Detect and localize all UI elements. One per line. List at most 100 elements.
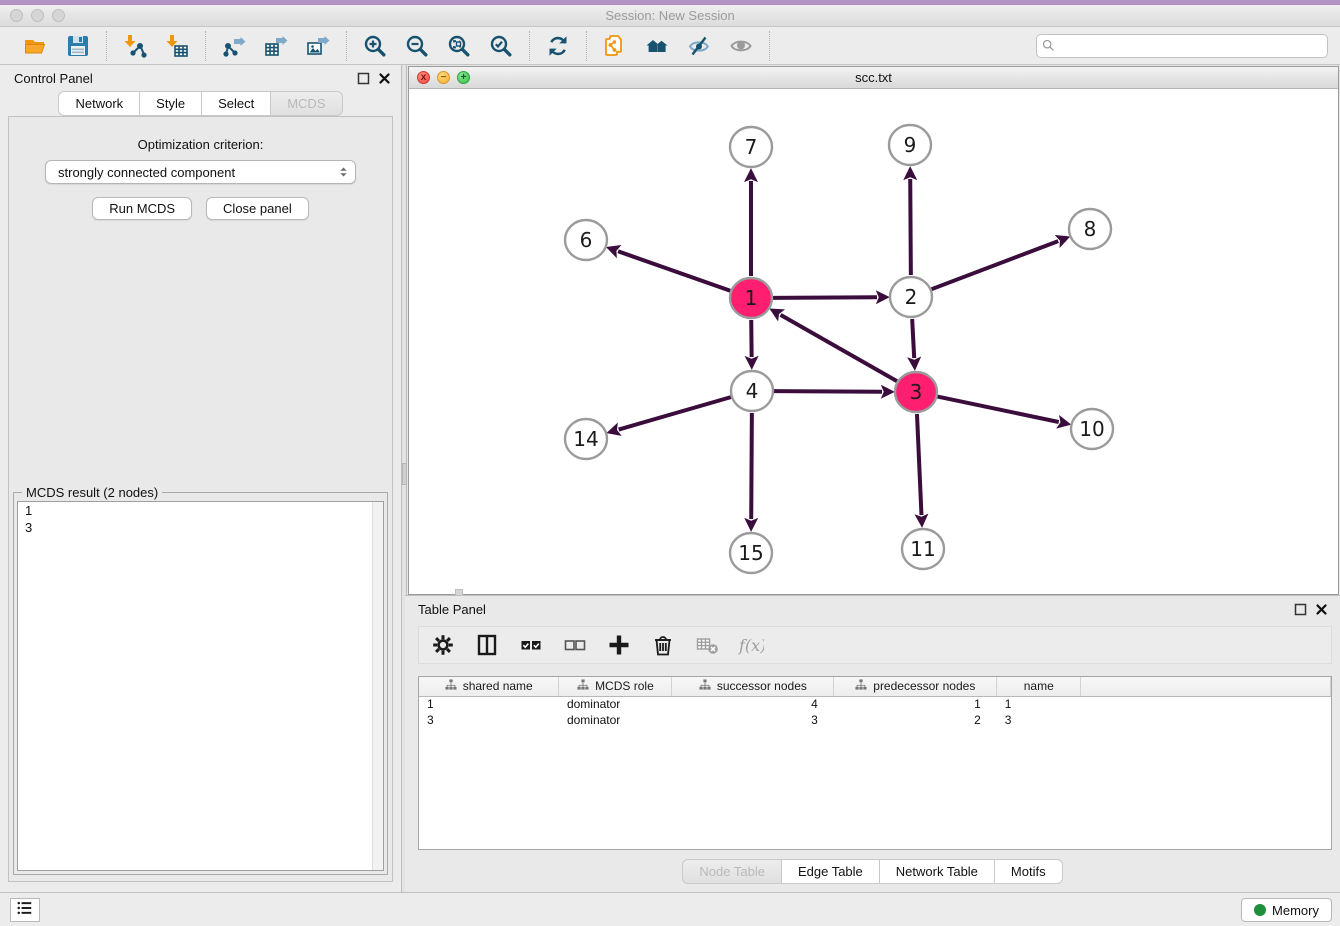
search-container	[1036, 34, 1328, 58]
hide-details-icon[interactable]	[685, 32, 713, 60]
mcds-result-item[interactable]: 1	[18, 502, 383, 519]
tab-mcds[interactable]: MCDS	[270, 91, 342, 116]
table-panel-float-icon[interactable]	[1294, 603, 1307, 616]
tab-select[interactable]: Select	[201, 91, 270, 116]
deselect-all-icon[interactable]	[561, 631, 589, 659]
graph-edge-3-11[interactable]	[917, 414, 922, 515]
mcds-result-box: MCDS result (2 nodes) 13	[13, 492, 388, 875]
node-table: shared nameMCDS rolesuccessor nodesprede…	[418, 676, 1332, 850]
graph-edge-1-2[interactable]	[773, 297, 877, 298]
column-header-name[interactable]: name	[997, 677, 1081, 696]
add-row-icon[interactable]	[605, 631, 633, 659]
home-icon[interactable]	[643, 32, 671, 60]
graph-edge-3-10[interactable]	[938, 397, 1059, 422]
network-window-title: scc.txt	[409, 70, 1338, 85]
export-network-icon[interactable]	[220, 32, 248, 60]
table-cell[interactable]: 1	[419, 696, 559, 712]
tab-network[interactable]: Network	[58, 91, 139, 116]
hierarchy-icon	[699, 679, 711, 694]
dropdown-chevrons-icon	[338, 164, 349, 180]
zoom-out-icon[interactable]	[403, 32, 431, 60]
graph-node-label: 9	[904, 133, 917, 157]
close-panel-button[interactable]: Close panel	[206, 197, 309, 220]
graph-edge-4-15[interactable]	[751, 413, 752, 519]
save-session-icon[interactable]	[64, 32, 92, 60]
run-mcds-button[interactable]: Run MCDS	[92, 197, 192, 220]
table-cell[interactable]: 1	[997, 696, 1081, 712]
graph-node-label: 11	[910, 537, 935, 561]
memory-button[interactable]: Memory	[1241, 898, 1332, 922]
criterion-dropdown[interactable]: strongly connected component	[45, 160, 356, 184]
table-cell-filler	[1081, 712, 1331, 728]
criterion-dropdown-value: strongly connected component	[58, 165, 235, 180]
export-image-icon[interactable]	[304, 32, 332, 60]
graph-node-label: 2	[905, 285, 918, 309]
graph-edge-2-9[interactable]	[910, 179, 911, 275]
column-header-filler	[1081, 677, 1331, 696]
control-panel-close-icon[interactable]	[378, 72, 391, 85]
mcds-result-item[interactable]: 3	[18, 519, 383, 536]
graph-edge-2-8[interactable]	[932, 241, 1059, 289]
graph-edge-2-3[interactable]	[912, 319, 914, 358]
table-cell[interactable]: dominator	[559, 712, 672, 728]
search-icon	[1041, 38, 1057, 54]
table-cell[interactable]: 2	[834, 712, 997, 728]
zoom-selected-icon[interactable]	[487, 32, 515, 60]
graph-node-label: 8	[1084, 217, 1097, 241]
network-window-titlebar[interactable]: x − + scc.txt	[409, 67, 1338, 89]
graph-edge-3-1[interactable]	[781, 315, 897, 381]
table-cell[interactable]: 3	[997, 712, 1081, 728]
table-cell[interactable]: 3	[419, 712, 559, 728]
result-list-scrollbar[interactable]	[372, 502, 383, 870]
column-header-MCDS-role[interactable]: MCDS role	[559, 677, 672, 696]
delete-row-icon[interactable]	[649, 631, 677, 659]
network-canvas[interactable]: 7968124314101511	[409, 89, 1338, 594]
control-panel-float-icon[interactable]	[357, 72, 370, 85]
function-icon: f(x)	[737, 631, 765, 659]
table-cell[interactable]: dominator	[559, 696, 672, 712]
graph-edge-4-3[interactable]	[774, 391, 882, 392]
control-panel: Control Panel NetworkStyleSelectMCDS Opt…	[0, 65, 401, 892]
show-panels-button[interactable]	[10, 898, 40, 922]
columns-icon[interactable]	[473, 631, 501, 659]
open-file-icon[interactable]	[22, 32, 50, 60]
table-cell[interactable]: 3	[672, 712, 834, 728]
graph-edge-1-6[interactable]	[618, 251, 730, 290]
control-panel-title: Control Panel	[14, 71, 93, 86]
column-header-predecessor-nodes[interactable]: predecessor nodes	[834, 677, 997, 696]
table-tab-network-table[interactable]: Network Table	[879, 859, 994, 884]
birdseye-icon[interactable]	[727, 32, 755, 60]
import-table-icon[interactable]	[163, 32, 191, 60]
settings-icon[interactable]	[429, 631, 457, 659]
hierarchy-icon	[577, 679, 589, 694]
memory-status-icon	[1254, 904, 1266, 916]
graph-node-label: 1	[745, 286, 758, 310]
optimization-criterion-label: Optimization criterion:	[9, 137, 392, 152]
column-header-shared-name[interactable]: shared name	[419, 677, 559, 696]
refresh-icon[interactable]	[544, 32, 572, 60]
hierarchy-icon	[855, 679, 867, 694]
table-tab-node-table[interactable]: Node Table	[682, 859, 781, 884]
graph-edge-4-14[interactable]	[619, 397, 731, 429]
graph-node-label: 15	[738, 541, 763, 565]
column-header-successor-nodes[interactable]: successor nodes	[672, 677, 834, 696]
hierarchy-icon	[445, 679, 457, 694]
table-cell[interactable]: 4	[672, 696, 834, 712]
copy-network-icon[interactable]	[601, 32, 629, 60]
table-row[interactable]: 1dominator411	[419, 696, 1331, 712]
window-titlebar: Session: New Session	[0, 5, 1340, 27]
select-all-icon[interactable]	[517, 631, 545, 659]
zoom-in-icon[interactable]	[361, 32, 389, 60]
table-cell[interactable]: 1	[834, 696, 997, 712]
export-table-icon[interactable]	[262, 32, 290, 60]
search-input[interactable]	[1036, 34, 1328, 58]
table-row[interactable]: 3dominator323	[419, 712, 1331, 728]
table-tab-motifs[interactable]: Motifs	[994, 859, 1063, 884]
mcds-tab-content: Optimization criterion: strongly connect…	[8, 116, 393, 882]
import-network-icon[interactable]	[121, 32, 149, 60]
zoom-fit-icon[interactable]	[445, 32, 473, 60]
table-tab-edge-table[interactable]: Edge Table	[781, 859, 879, 884]
tab-style[interactable]: Style	[139, 91, 201, 116]
table-panel-close-icon[interactable]	[1315, 603, 1328, 616]
mcds-result-list[interactable]: 13	[17, 501, 384, 871]
